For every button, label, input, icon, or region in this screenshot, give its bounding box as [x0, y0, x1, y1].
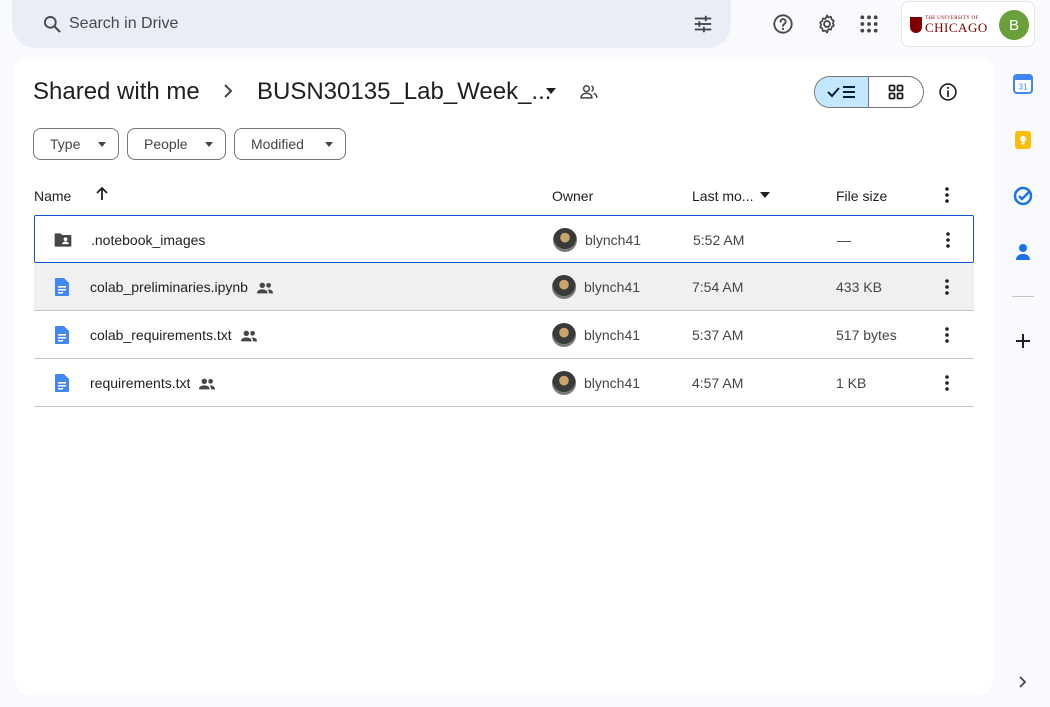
more-vert-icon[interactable]	[939, 326, 955, 344]
owner-name: blynch41	[584, 327, 641, 343]
document-icon	[55, 326, 69, 344]
file-name-cell: requirements.txt	[90, 375, 216, 391]
contacts-icon[interactable]	[1012, 241, 1034, 263]
filter-type-chip[interactable]: Type	[33, 128, 119, 160]
owner-avatar	[552, 323, 576, 347]
file-name-cell: colab_preliminaries.ipynb	[90, 279, 274, 295]
add-addon-icon[interactable]	[1012, 330, 1034, 352]
file-size: 1 KB	[836, 375, 867, 391]
sort-caret-down-icon[interactable]	[760, 192, 770, 198]
file-name[interactable]: colab_requirements.txt	[90, 327, 232, 343]
search-icon[interactable]	[42, 14, 62, 34]
file-name[interactable]: colab_preliminaries.ipynb	[90, 279, 248, 295]
column-owner-header[interactable]: Owner	[552, 188, 593, 204]
apps-grid-icon[interactable]	[857, 12, 881, 36]
calendar-day: 31	[1019, 83, 1028, 92]
more-vert-icon[interactable]	[939, 186, 955, 204]
more-vert-icon[interactable]	[939, 278, 955, 296]
file-name-cell: colab_requirements.txt	[90, 327, 258, 343]
last-modified: 4:57 AM	[692, 375, 744, 391]
table-row[interactable]: .notebook_images blynch41 5:52 AM —	[34, 215, 974, 263]
info-icon[interactable]	[938, 82, 958, 102]
shared-people-icon	[199, 378, 216, 390]
search-options-icon[interactable]	[692, 13, 714, 35]
chevron-right-icon[interactable]	[1012, 671, 1034, 693]
grid-view-button[interactable]	[869, 77, 923, 107]
rail-divider	[1012, 296, 1034, 297]
table-row[interactable]: requirements.txt blynch41 4:57 AM 1 KB	[34, 359, 974, 407]
owner-avatar	[552, 371, 576, 395]
sort-ascending-arrow-icon[interactable]	[94, 186, 110, 202]
tasks-icon[interactable]	[1012, 185, 1034, 207]
owner-name: blynch41	[584, 279, 641, 295]
main-content: Shared with me BUSN30135_Lab_Week_... Ty…	[14, 57, 994, 693]
search-input[interactable]	[69, 12, 649, 36]
calendar-icon[interactable]: 31	[1012, 73, 1034, 95]
account-switcher[interactable]: THE UNIVERSITY OF CHICAGO B	[901, 1, 1035, 47]
owner-name: blynch41	[585, 232, 642, 248]
help-icon[interactable]	[771, 12, 795, 36]
file-name[interactable]: .notebook_images	[91, 232, 205, 248]
keep-icon[interactable]	[1012, 129, 1034, 151]
settings-gear-icon[interactable]	[815, 12, 839, 36]
organization-logo: THE UNIVERSITY OF CHICAGO	[910, 15, 990, 35]
column-name-header[interactable]: Name	[34, 188, 71, 204]
search-bar[interactable]	[12, 0, 731, 48]
owner-avatar	[553, 228, 577, 252]
last-modified: 7:54 AM	[692, 279, 744, 295]
shared-people-icon	[256, 282, 274, 294]
column-file-size-header[interactable]: File size	[836, 188, 887, 204]
document-icon	[55, 278, 69, 296]
breadcrumb-current-folder[interactable]: BUSN30135_Lab_Week_...	[257, 78, 551, 106]
column-last-modified-header[interactable]: Last mo...	[692, 188, 753, 204]
chevron-right-icon	[224, 84, 233, 98]
table-header: Name Owner Last mo... File size	[34, 175, 974, 215]
caret-down-icon[interactable]	[544, 84, 558, 98]
filter-people-chip[interactable]: People	[127, 128, 226, 160]
filter-modified-chip[interactable]: Modified	[234, 128, 346, 160]
file-size: 433 KB	[836, 279, 882, 295]
last-modified: 5:52 AM	[693, 232, 745, 248]
table-row[interactable]: colab_preliminaries.ipynb blynch41 7:54 …	[34, 263, 974, 311]
filter-modified-label: Modified	[251, 136, 304, 152]
org-name: CHICAGO	[925, 20, 988, 35]
file-size: —	[837, 232, 851, 248]
list-view-button[interactable]	[815, 77, 870, 107]
filter-people-label: People	[144, 136, 188, 152]
shared-people-icon[interactable]	[579, 82, 599, 102]
user-avatar[interactable]: B	[999, 10, 1029, 40]
caret-down-icon	[98, 142, 106, 147]
caret-down-icon	[325, 142, 333, 147]
shared-folder-icon	[54, 233, 72, 247]
table-row[interactable]: colab_requirements.txt blynch41 5:37 AM …	[34, 311, 974, 359]
last-modified: 5:37 AM	[692, 327, 744, 343]
filter-type-label: Type	[50, 136, 81, 152]
shared-people-icon	[240, 330, 257, 342]
caret-down-icon	[205, 142, 213, 147]
shield-icon	[910, 17, 922, 33]
document-icon	[55, 374, 69, 392]
owner-name: blynch41	[584, 375, 641, 391]
more-vert-icon[interactable]	[940, 231, 956, 249]
more-vert-icon[interactable]	[939, 374, 955, 392]
file-size: 517 bytes	[836, 327, 897, 343]
file-name[interactable]: requirements.txt	[90, 375, 190, 391]
owner-avatar	[552, 275, 576, 299]
breadcrumb-shared-with-me[interactable]: Shared with me	[33, 78, 200, 106]
view-toggle	[814, 76, 924, 108]
